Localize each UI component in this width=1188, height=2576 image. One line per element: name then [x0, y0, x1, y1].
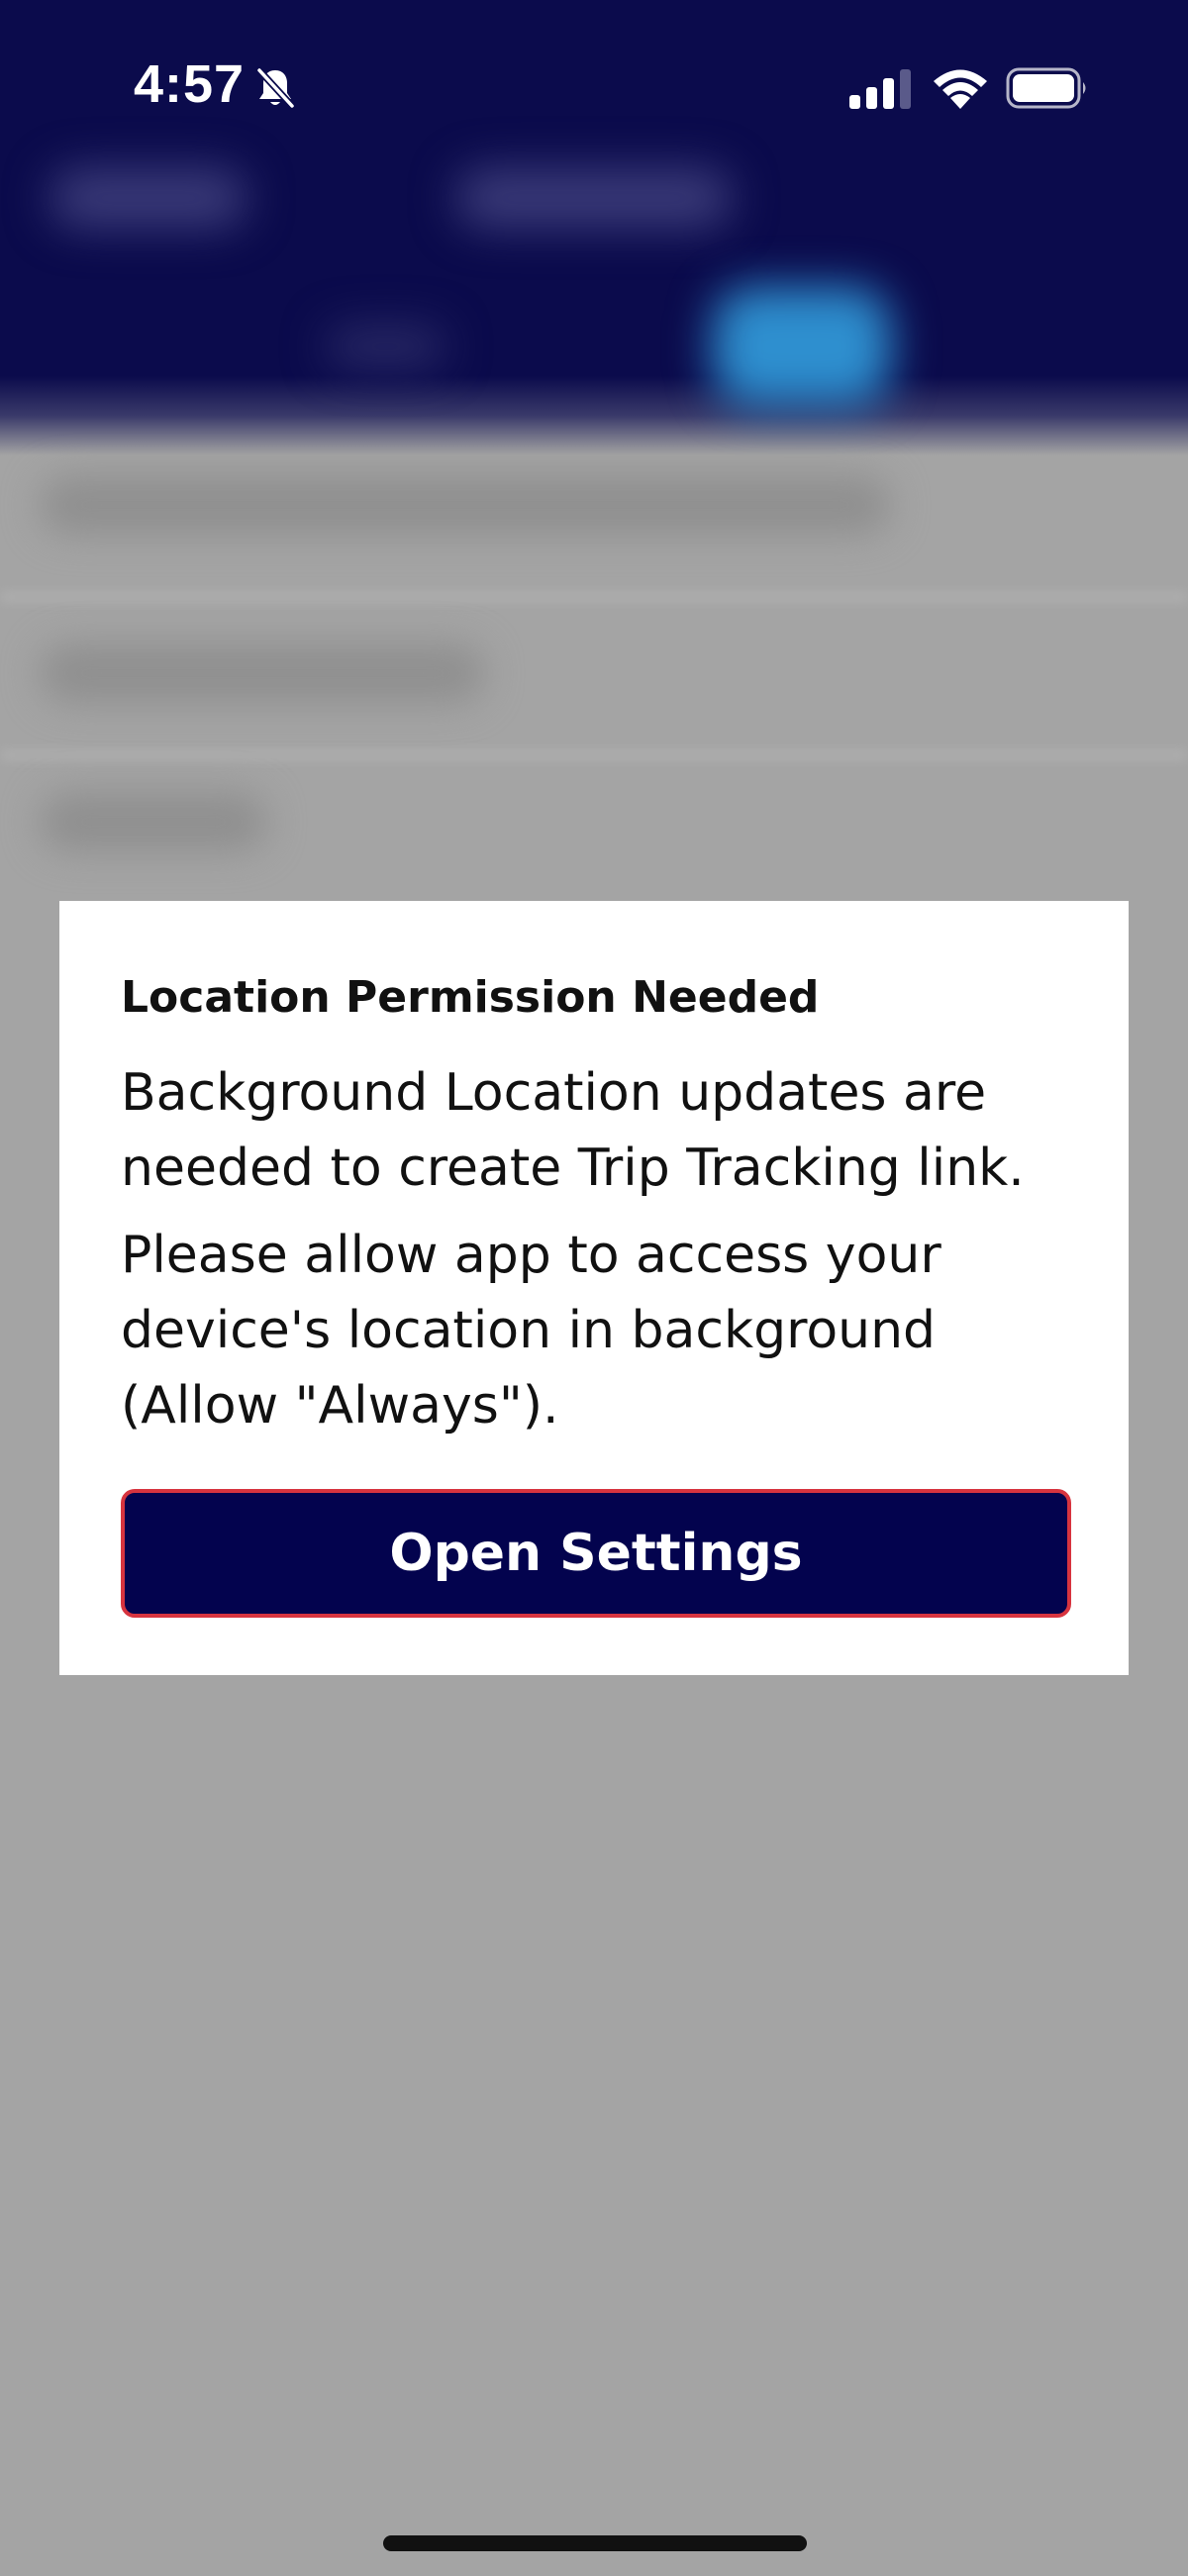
blurred-divider — [0, 594, 1188, 600]
blurred-header-element — [327, 327, 446, 366]
blurred-header-element — [713, 287, 891, 406]
location-permission-dialog: Location Permission Needed Background Lo… — [59, 901, 1129, 1675]
wifi-icon — [934, 69, 987, 109]
dialog-message-allow-always: Please allow app to access your device's… — [121, 1226, 941, 1436]
bell-slash-icon — [255, 66, 296, 110]
screen: 4:57 Location Permission Needed Backgrou… — [0, 0, 1188, 2576]
blurred-content-line — [40, 475, 891, 535]
dialog-title: Location Permission Needed — [121, 972, 820, 1023]
status-time: 4:57 — [134, 54, 246, 114]
status-bar: 4:57 — [0, 0, 1188, 178]
dialog-message-background-location: Background Location updates are needed t… — [121, 1063, 1025, 1198]
battery-icon — [1006, 67, 1086, 109]
cellular-signal-icon — [849, 69, 911, 109]
blurred-content-line — [40, 792, 267, 851]
blurred-content-line — [40, 644, 485, 703]
open-settings-button[interactable]: Open Settings — [121, 1489, 1071, 1618]
home-indicator[interactable] — [383, 2535, 807, 2551]
blurred-divider — [0, 752, 1188, 758]
